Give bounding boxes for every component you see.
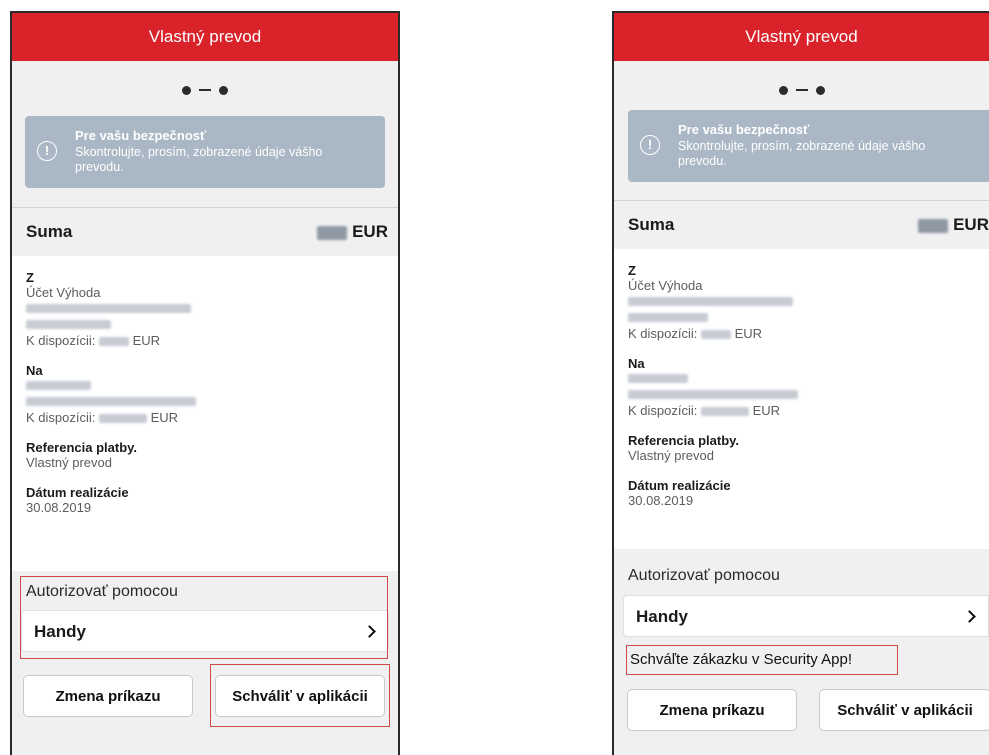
reference-value: Vlastný prevod	[26, 455, 112, 470]
execution-date-label: Dátum realizácie	[26, 485, 129, 500]
reference-value: Vlastný prevod	[628, 448, 714, 463]
chevron-right-icon	[963, 610, 976, 623]
exclamation-circle-icon: !	[37, 141, 57, 161]
to-label: Na	[26, 363, 43, 378]
screen-left: Vlastný prevod ! Pre vašu bezpečnosť Sko…	[10, 11, 400, 755]
amount-value: EUR	[918, 215, 989, 235]
amount-row: Suma EUR	[614, 200, 989, 250]
authorize-method-select[interactable]: Handy	[21, 610, 389, 652]
step-dot	[815, 85, 825, 95]
from-label: Z	[26, 270, 34, 285]
notice-title: Pre vašu bezpečnosť	[75, 128, 207, 143]
from-account-name: Účet Výhoda	[26, 285, 101, 300]
from-iban-masked	[628, 297, 793, 307]
security-notice: ! Pre vašu bezpečnosť Skontrolujte, pros…	[628, 110, 989, 182]
security-notice: ! Pre vašu bezpečnosť Skontrolujte, pros…	[25, 116, 385, 188]
to-available: K dispozícii: EUR	[628, 403, 781, 418]
step-dash	[199, 89, 211, 91]
authorize-method-select[interactable]: Handy	[623, 595, 989, 637]
header-title: Vlastný prevod	[614, 13, 989, 61]
to-available: K dispozícii: EUR	[26, 410, 179, 425]
amount-row: Suma EUR	[12, 207, 398, 257]
notice-text: Skontrolujte, prosím, zobrazené údaje vá…	[75, 145, 323, 174]
step-dot	[182, 85, 191, 95]
reference-label: Referencia platby.	[628, 433, 740, 448]
screen-right: Vlastný prevod ! Pre vašu bezpečnosť Sko…	[612, 11, 989, 755]
change-order-button[interactable]: Zmena príkazu	[23, 675, 193, 717]
from-available: K dispozícii: EUR	[628, 326, 763, 341]
step-dot	[778, 85, 788, 95]
amount-value: EUR	[317, 222, 388, 242]
authorize-title: Autorizovať pomocou	[628, 567, 780, 584]
from-owner-masked	[26, 320, 111, 330]
chevron-right-icon	[363, 625, 376, 638]
authorize-title: Autorizovať pomocou	[26, 583, 178, 600]
step-indicator	[12, 82, 398, 98]
execution-date-value: 30.08.2019	[26, 500, 92, 515]
change-order-button[interactable]: Zmena príkazu	[627, 689, 797, 731]
to-name-masked	[628, 374, 688, 384]
approve-in-app-button[interactable]: Schváliť v aplikácii	[215, 675, 385, 717]
notice-title: Pre vašu bezpečnosť	[678, 122, 810, 137]
step-dash	[795, 89, 808, 91]
from-available: K dispozícii: EUR	[26, 333, 161, 348]
notice-text: Skontrolujte, prosím, zobrazené údaje vá…	[678, 139, 926, 168]
transfer-details: Z Účet Výhoda K dispozícii: EUR Na K dis…	[12, 256, 398, 571]
execution-date-label: Dátum realizácie	[628, 478, 731, 493]
step-dot	[219, 85, 228, 95]
amount-label: Suma	[628, 215, 675, 234]
header-title: Vlastný prevod	[12, 13, 398, 61]
amount-masked	[317, 225, 348, 240]
step-indicator	[614, 82, 989, 98]
reference-label: Referencia platby.	[26, 440, 138, 455]
from-account-name: Účet Výhoda	[628, 278, 703, 293]
execution-date-value: 30.08.2019	[628, 493, 694, 508]
to-iban-masked	[26, 397, 196, 407]
transfer-details: Z Účet Výhoda K dispozícii: EUR Na K dis…	[614, 249, 989, 549]
approve-in-app-button[interactable]: Schváliť v aplikácii	[819, 689, 989, 731]
amount-label: Suma	[26, 222, 73, 241]
from-iban-masked	[26, 304, 191, 314]
security-app-message: Schváľte zákazku v Security App!	[630, 651, 852, 668]
amount-currency: EUR	[953, 215, 989, 234]
from-label: Z	[628, 263, 636, 278]
exclamation-circle-icon: !	[640, 135, 660, 155]
to-name-masked	[26, 381, 91, 391]
from-owner-masked	[628, 313, 708, 323]
authorize-method-value: Handy	[34, 622, 86, 641]
to-iban-masked	[628, 390, 798, 400]
to-label: Na	[628, 356, 645, 371]
amount-masked	[918, 218, 949, 233]
amount-currency: EUR	[352, 222, 388, 241]
authorize-method-value: Handy	[636, 607, 688, 626]
